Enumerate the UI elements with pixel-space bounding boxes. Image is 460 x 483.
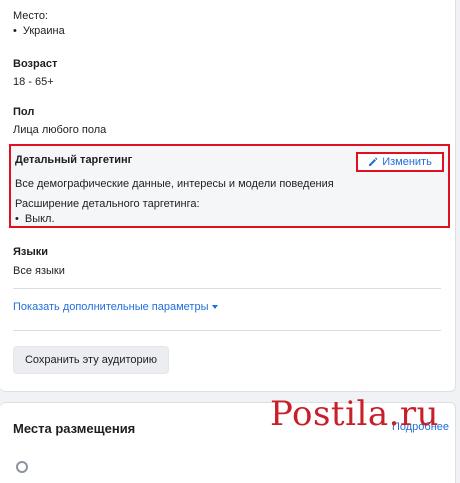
detailed-targeting-description: Все демографические данные, интересы и м…: [15, 178, 334, 190]
placement-radio[interactable]: [16, 461, 28, 473]
audience-card: Место: Украина Возраст 18 - 65+ Пол Лица…: [0, 0, 456, 392]
save-audience-button[interactable]: Сохранить эту аудиторию: [13, 346, 169, 374]
languages-label: Языки: [13, 246, 49, 258]
divider: [13, 330, 441, 331]
watermark: Postila.ru: [242, 388, 452, 466]
languages-value: Все языки: [13, 265, 65, 277]
detailed-targeting-title: Детальный таргетинг: [15, 154, 133, 166]
expansion-label: Расширение детального таргетинга:: [15, 198, 200, 210]
pencil-icon: [369, 157, 378, 166]
gender-value: Лица любого пола: [13, 124, 107, 136]
gender-label: Пол: [13, 106, 35, 118]
placements-title: Места размещения: [13, 421, 136, 436]
expansion-value: Выкл.: [15, 213, 55, 225]
detailed-targeting-section: Детальный таргетинг Изменить Все демогра…: [9, 144, 450, 228]
age-label: Возраст: [13, 58, 58, 70]
show-more-options-link[interactable]: Показать дополнительные параметры: [13, 301, 219, 313]
edit-detailed-targeting-button[interactable]: Изменить: [356, 152, 444, 172]
watermark-text: Postila.ru: [270, 394, 440, 434]
show-more-options-label: Показать дополнительные параметры: [13, 301, 209, 313]
divider: [13, 288, 441, 289]
location-label: Место:: [13, 10, 48, 22]
location-item: Украина: [13, 25, 65, 37]
age-value: 18 - 65+: [13, 76, 54, 88]
caret-down-icon: [212, 305, 219, 310]
edit-label: Изменить: [382, 156, 432, 168]
